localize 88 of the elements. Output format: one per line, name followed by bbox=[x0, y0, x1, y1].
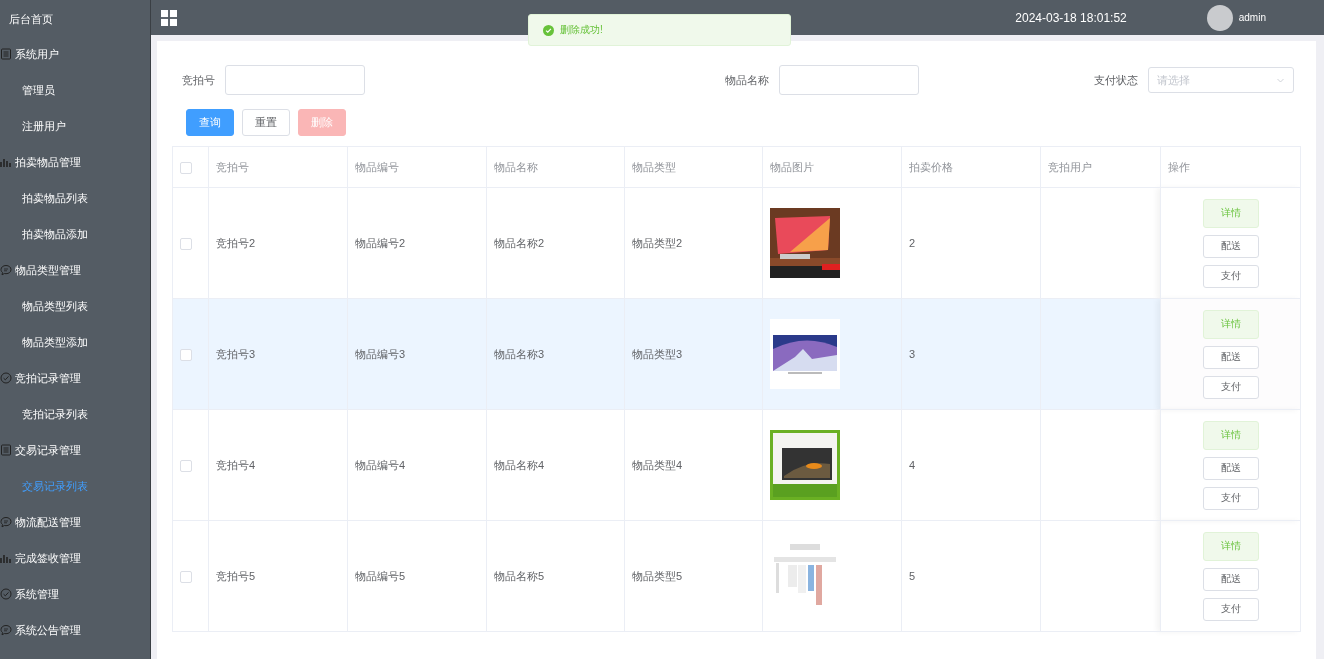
chat-bubble-icon bbox=[0, 264, 12, 276]
submenu-item[interactable]: 注册用户 bbox=[0, 108, 150, 144]
table-cell: 竞拍号5 bbox=[208, 520, 348, 632]
checkbox[interactable] bbox=[180, 459, 192, 472]
menu-item[interactable]: 后台首页 bbox=[0, 0, 150, 36]
success-icon bbox=[543, 24, 554, 36]
table-cell: 竞拍号2 bbox=[208, 187, 348, 299]
column-header: 物品名称 bbox=[486, 146, 625, 188]
submenu-item[interactable]: 物品类型添加 bbox=[0, 324, 150, 360]
pay-button[interactable]: 支付 bbox=[1202, 264, 1259, 288]
table-cell: 物品类型3 bbox=[624, 298, 763, 410]
table-cell: 物品名称4 bbox=[486, 409, 625, 521]
table-cell: 物品编号2 bbox=[347, 187, 487, 299]
checkbox[interactable] bbox=[180, 161, 192, 174]
bar-chart-icon bbox=[0, 156, 12, 168]
field-label: 支付状态 bbox=[1094, 72, 1138, 88]
menu-group[interactable]: 系统公告管理 bbox=[0, 612, 150, 648]
menu-group[interactable]: 系统管理 bbox=[0, 576, 150, 612]
table-cell: 竞拍号4 bbox=[208, 409, 348, 521]
menu-group[interactable]: 完成签收管理 bbox=[0, 540, 150, 576]
table-cell: 物品编号4 bbox=[347, 409, 487, 521]
pay-button[interactable]: 支付 bbox=[1202, 375, 1259, 399]
submenu-item[interactable]: 物品类型列表 bbox=[0, 288, 150, 324]
pay-button[interactable]: 支付 bbox=[1202, 486, 1259, 510]
submenu-item[interactable]: 拍卖物品列表 bbox=[0, 180, 150, 216]
checkbox[interactable] bbox=[180, 570, 192, 583]
menu-group-label: 物品类型管理 bbox=[15, 262, 81, 278]
menu-group-label: 系统公告管理 bbox=[15, 622, 81, 638]
delivery-button[interactable]: 配送 bbox=[1202, 567, 1259, 591]
menu-group[interactable]: 交易记录管理 bbox=[0, 432, 150, 468]
menu-group-label: 完成签收管理 bbox=[15, 550, 81, 566]
chat-bubble-icon bbox=[0, 516, 12, 528]
table-cell: 物品类型2 bbox=[624, 187, 763, 299]
submenu-item[interactable]: 竞拍记录列表 bbox=[0, 396, 150, 432]
list-icon bbox=[0, 444, 12, 456]
toast-text: 删除成功! bbox=[560, 23, 603, 37]
check-circle-icon bbox=[0, 588, 12, 600]
table-cell: 2 bbox=[901, 187, 1041, 299]
table-cell: 3 bbox=[901, 298, 1041, 410]
pay-button[interactable]: 支付 bbox=[1202, 597, 1259, 621]
menu-group[interactable]: 系统用户 bbox=[0, 36, 150, 72]
column-header: 物品编号 bbox=[347, 146, 487, 188]
input-field[interactable] bbox=[225, 65, 365, 95]
column-header: 物品类型 bbox=[624, 146, 763, 188]
menu-group[interactable]: 物流配送管理 bbox=[0, 504, 150, 540]
menu-group-label: 系统用户 bbox=[15, 46, 59, 62]
table-cell: 物品编号5 bbox=[347, 520, 487, 632]
menu-icon[interactable] bbox=[161, 9, 177, 26]
column-header: 竞拍用户 bbox=[1040, 146, 1161, 188]
menu-group-label: 物流配送管理 bbox=[15, 514, 81, 530]
table-cell: 物品编号3 bbox=[347, 298, 487, 410]
table-cell: 物品名称2 bbox=[486, 187, 625, 299]
submenu-item[interactable]: 拍卖物品添加 bbox=[0, 216, 150, 252]
column-header: 拍卖价格 bbox=[901, 146, 1041, 188]
table-cell: 物品名称3 bbox=[486, 298, 625, 410]
submenu-item[interactable]: 管理员 bbox=[0, 72, 150, 108]
table-cell: 4 bbox=[901, 409, 1041, 521]
delivery-button[interactable]: 配送 bbox=[1202, 345, 1259, 369]
menu-group-label: 交易记录管理 bbox=[15, 442, 81, 458]
delivery-button[interactable]: 配送 bbox=[1202, 234, 1259, 258]
column-header: 物品图片 bbox=[762, 146, 902, 188]
user-name: admin bbox=[1238, 12, 1266, 23]
avatar[interactable] bbox=[1206, 4, 1233, 31]
table-cell: 物品名称5 bbox=[486, 520, 625, 632]
checkbox[interactable] bbox=[180, 348, 192, 361]
delivery-button[interactable]: 配送 bbox=[1202, 456, 1259, 480]
table-cell: 5 bbox=[901, 520, 1041, 632]
field-label: 竞拍号 bbox=[182, 72, 215, 88]
list-icon bbox=[0, 48, 12, 60]
table-cell: 竞拍号3 bbox=[208, 298, 348, 410]
field-label: 物品名称 bbox=[725, 72, 769, 88]
reset-button[interactable]: 重置 bbox=[242, 109, 290, 136]
menu-group[interactable]: 拍卖物品管理 bbox=[0, 144, 150, 180]
menu-group[interactable]: 物品类型管理 bbox=[0, 252, 150, 288]
table-cell: 物品类型5 bbox=[624, 520, 763, 632]
column-header: 竞拍号 bbox=[208, 146, 348, 188]
checkbox[interactable] bbox=[180, 237, 192, 250]
chat-bubble-icon bbox=[0, 624, 12, 636]
bar-chart-icon bbox=[0, 552, 12, 564]
date-time: 2024-03-18 18:01:52 bbox=[1015, 10, 1127, 25]
menu-group[interactable]: 竞拍记录管理 bbox=[0, 360, 150, 396]
menu-group-label: 竞拍记录管理 bbox=[15, 370, 81, 386]
menu-group-label: 系统管理 bbox=[15, 586, 59, 602]
check-circle-icon bbox=[0, 372, 12, 384]
table-cell: 物品类型4 bbox=[624, 409, 763, 521]
menu-group-label: 拍卖物品管理 bbox=[15, 154, 81, 170]
column-header: 操作 bbox=[1160, 146, 1301, 188]
input-field[interactable] bbox=[779, 65, 919, 95]
